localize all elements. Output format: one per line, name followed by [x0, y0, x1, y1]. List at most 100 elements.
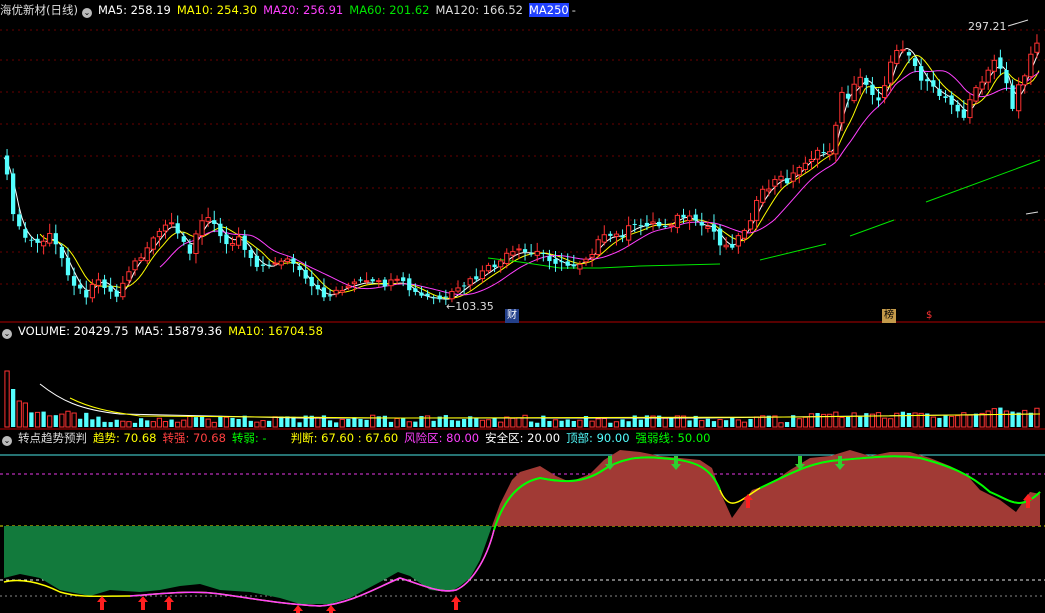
candle-body: [351, 281, 358, 285]
volume-bar: [796, 418, 802, 428]
bang-badge[interactable]: 榜: [882, 309, 896, 323]
volume-bar: [108, 422, 113, 427]
volume-bar: [352, 417, 357, 427]
volume-bar: [187, 415, 193, 428]
candle-body: [973, 87, 979, 102]
candle-body: [730, 244, 735, 248]
candle-body: [4, 155, 10, 175]
volume-bar: [449, 420, 455, 427]
candle-body: [443, 296, 448, 298]
volume-bar: [967, 414, 973, 428]
candle-body: [650, 221, 656, 225]
dollar-badge[interactable]: $: [924, 309, 934, 323]
candle-body: [461, 285, 467, 287]
volume-bar: [802, 416, 809, 428]
volume-bar: [59, 413, 65, 428]
candle-body: [919, 66, 924, 81]
volume-bar: [479, 419, 486, 428]
candle-body: [382, 279, 388, 287]
volume-bar: [78, 418, 83, 427]
volume-bar: [875, 412, 882, 428]
red-up-arrow-icon: [97, 596, 107, 610]
volume-bar: [851, 412, 857, 428]
volume-bar: [748, 418, 753, 427]
volume-bar: [504, 416, 510, 428]
candle-body: [998, 57, 1003, 69]
candle-body: [784, 178, 790, 184]
candle-body: [260, 264, 266, 266]
volume-bar: [327, 420, 333, 427]
volume-bar: [626, 421, 631, 427]
candle-body: [741, 229, 748, 239]
candle-body: [778, 175, 784, 181]
candle-body: [358, 279, 363, 281]
volume-bar: [839, 416, 845, 428]
candle-body: [553, 258, 558, 264]
candle-body: [315, 285, 320, 290]
candle-body: [40, 240, 47, 247]
volume-bar: [406, 421, 412, 428]
volume-bar: [333, 422, 339, 427]
candle-body: [821, 152, 826, 154]
volume-bar: [864, 413, 869, 427]
candle-body: [35, 238, 40, 243]
candle-body: [449, 290, 455, 300]
red-up-arrow-icon: [164, 596, 174, 610]
stock-chart[interactable]: [0, 0, 1045, 613]
volume-bar: [516, 417, 522, 428]
candle-body: [65, 257, 71, 276]
candle-body: [162, 224, 169, 232]
candle-body: [851, 83, 857, 102]
high-pointer: [1007, 19, 1029, 27]
candle-body: [150, 237, 156, 250]
volume-bar: [461, 419, 467, 427]
volume-bar: [34, 411, 41, 428]
candle-body: [71, 276, 77, 286]
candle-body: [363, 280, 370, 283]
volume-bar: [741, 421, 748, 428]
candle-body: [589, 254, 595, 258]
volume-bar: [90, 419, 95, 427]
candle-body: [297, 266, 302, 271]
volume-bar: [339, 418, 345, 428]
candle-body: [321, 287, 327, 298]
volume-bar: [16, 400, 22, 428]
candle-body: [516, 248, 522, 251]
candle-body: [522, 249, 528, 253]
cai-badge[interactable]: 财: [505, 309, 519, 323]
candle-body: [168, 222, 175, 225]
candle-body: [510, 251, 516, 256]
candle-body: [681, 214, 686, 218]
candle-body: [181, 236, 186, 242]
candle-body: [723, 244, 729, 248]
candle-body: [925, 79, 930, 82]
candle-body: [229, 242, 236, 246]
candle-body: [455, 287, 461, 292]
volume-bar: [4, 370, 10, 428]
candle-body: [401, 277, 406, 282]
volume-bar: [1003, 410, 1010, 428]
candle-body: [492, 264, 497, 268]
candle-body: [772, 179, 778, 187]
volume-bar: [84, 412, 89, 427]
volume-bar: [717, 419, 723, 428]
candle-body: [132, 260, 138, 271]
candle-body: [559, 261, 564, 263]
volume-bar: [998, 407, 1003, 427]
candle-body: [632, 223, 637, 225]
candle-body: [114, 290, 119, 297]
volume-bar: [370, 414, 376, 428]
volume-bar: [735, 419, 741, 428]
candle-body: [839, 91, 845, 124]
bull-area: [492, 450, 1040, 526]
red-up-arrow-icon: [451, 596, 461, 610]
volume-bar: [254, 421, 260, 428]
candle-body: [711, 224, 717, 232]
volume-bar: [595, 418, 601, 428]
candle-body: [577, 263, 583, 270]
volume-bar: [900, 411, 906, 427]
candle-body: [407, 278, 412, 291]
volume-bar: [443, 415, 448, 427]
volume-bar: [930, 416, 936, 428]
ma60-line: [849, 219, 895, 237]
